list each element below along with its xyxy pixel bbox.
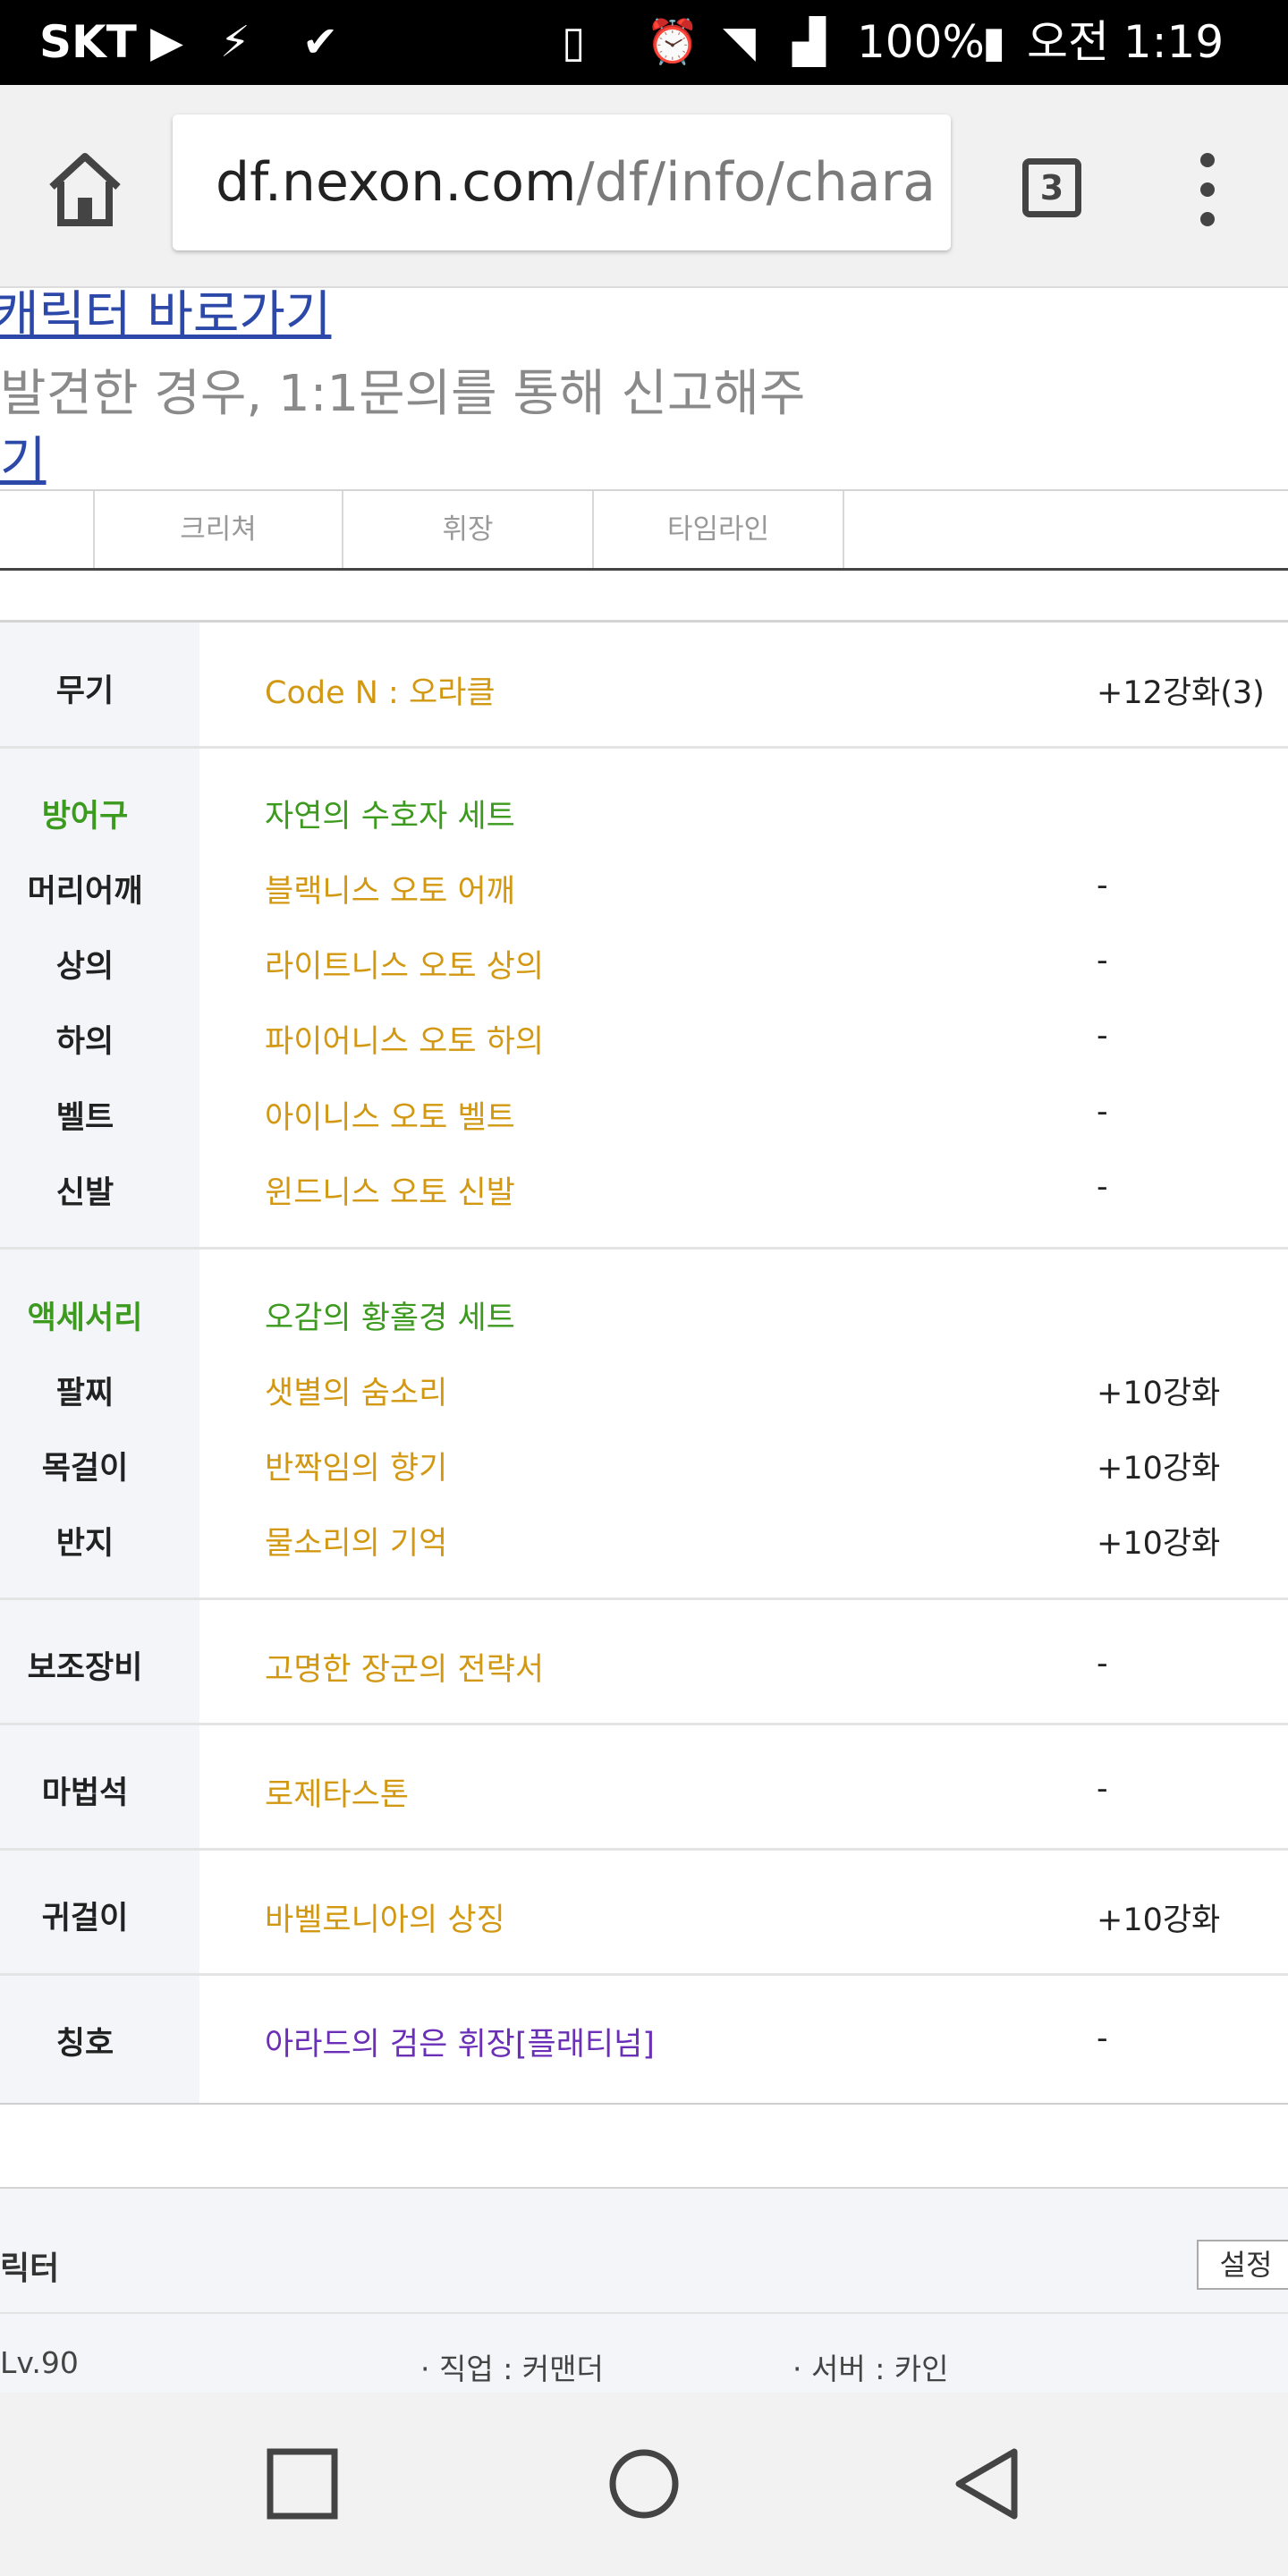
armor-set-label: 방어구 — [41, 799, 129, 835]
tab-timeline[interactable]: 타임라인 — [594, 491, 844, 568]
weapon-label: 무기 — [55, 674, 114, 709]
armor-name[interactable]: 아이니스 오토 벨트 — [265, 1092, 515, 1138]
armor-value: - — [1097, 943, 1108, 979]
armor-name[interactable]: 윈드니스 오토 신발 — [265, 1167, 515, 1213]
overflow-menu-button[interactable] — [1190, 149, 1225, 230]
earring-label: 귀걸이 — [41, 1901, 129, 1936]
url-text: df.nexon.com/df/info/chara — [216, 114, 936, 250]
weapon-value: +12강화(3) — [1097, 675, 1265, 711]
row-divider — [0, 1848, 1288, 1851]
row-divider — [0, 1597, 1288, 1600]
report-notice: 발견한 경우, 1:1문의를 통해 신고해주 — [0, 365, 806, 423]
equipment-table: 무기 Code N : 오라클 +12강화(3) 방어구 자연의 수호자 세트 … — [0, 620, 1288, 2105]
clock: 오전 1:19 — [1027, 16, 1224, 68]
system-nav-bar — [0, 2393, 1288, 2576]
accessory-label: 팔찌 — [55, 1376, 114, 1411]
accessory-set-label: 액세서리 — [27, 1301, 143, 1336]
row-divider — [0, 1247, 1288, 1250]
tab-creature[interactable]: 크리쳐 — [95, 491, 343, 568]
accessory-label: 목걸이 — [41, 1451, 129, 1487]
menu-dot-icon — [1200, 153, 1215, 167]
armor-set-name[interactable]: 자연의 수호자 세트 — [265, 791, 515, 836]
character-level: Lv.90 — [0, 2345, 79, 2380]
armor-label: 벨트 — [55, 1100, 114, 1136]
accessory-label: 반지 — [55, 1526, 114, 1562]
status-bar: SKT ▶ ⚡ ✔ ▯ ⏰ ◥ ▟ 100% ▮ 오전 1:19 — [0, 0, 1288, 85]
title-name[interactable]: 아라드의 검은 휘장[플래티넘] — [265, 2019, 655, 2064]
carrier-label: SKT — [39, 16, 137, 68]
accessory-name[interactable]: 샛별의 숨소리 — [265, 1368, 447, 1413]
browser-toolbar: df.nexon.com/df/info/chara 3 — [0, 85, 1288, 288]
character-server: · 서버 : 카인 — [792, 2351, 949, 2386]
accessory-set-name[interactable]: 오감의 황홀경 세트 — [265, 1292, 515, 1338]
earring-name[interactable]: 바벨로니아의 상징 — [265, 1894, 505, 1940]
tab-switcher-button[interactable]: 3 — [1022, 158, 1081, 217]
play-icon: ▶ — [150, 17, 183, 67]
app-check-icon: ✔ — [302, 17, 339, 67]
notice-link[interactable]: 기 — [0, 420, 47, 493]
settings-button[interactable]: 설정 — [1197, 2240, 1288, 2290]
accessory-name[interactable]: 물소리의 기억 — [265, 1518, 447, 1563]
home-icon — [49, 153, 121, 226]
signal-icon: ▟ — [792, 17, 826, 67]
armor-label: 상의 — [55, 949, 114, 985]
alarm-icon: ⏰ — [646, 17, 699, 67]
tab-emblem[interactable]: 휘장 — [343, 491, 594, 568]
magic-stone-name[interactable]: 로제타스톤 — [265, 1769, 409, 1815]
accessory-value: +10강화 — [1097, 1451, 1221, 1487]
sub-equipment-value: - — [1097, 1646, 1108, 1682]
armor-name[interactable]: 블랙니스 오토 어깨 — [265, 866, 515, 911]
recents-icon[interactable] — [267, 2448, 338, 2520]
section-divider — [0, 2312, 1288, 2314]
armor-name[interactable]: 라이트니스 오토 상의 — [265, 941, 544, 987]
battery-charging-icon: ▮ — [982, 17, 1006, 67]
accessory-value: +10강화 — [1097, 1526, 1221, 1562]
armor-value: - — [1097, 1018, 1108, 1054]
url-host: df.nexon.com — [216, 151, 577, 214]
menu-dot-icon — [1200, 212, 1215, 226]
home-button[interactable] — [43, 148, 127, 232]
battery-percent: 100% — [857, 16, 985, 68]
back-icon[interactable] — [950, 2446, 1025, 2521]
accessory-name[interactable]: 반짝임의 향기 — [265, 1443, 447, 1488]
wifi-icon: ◥ — [723, 17, 756, 67]
title-value: - — [1097, 2021, 1108, 2056]
url-path: /df/info/chara — [576, 151, 936, 214]
armor-value: - — [1097, 1094, 1108, 1130]
earring-value: +10강화 — [1097, 1902, 1221, 1938]
magic-stone-value: - — [1097, 1771, 1108, 1807]
label-column — [0, 623, 199, 2103]
url-bar[interactable]: df.nexon.com/df/info/chara — [173, 114, 951, 250]
home-circle-icon[interactable] — [608, 2448, 680, 2520]
info-tab-bar: 크리쳐 휘장 타임라인 — [0, 489, 1288, 571]
section-title: 릭터 — [0, 2250, 60, 2287]
character-shortcut-link[interactable]: 캐릭터 바로가기 — [0, 275, 331, 347]
magic-stone-label: 마법석 — [41, 1775, 129, 1811]
armor-value: - — [1097, 868, 1108, 903]
row-divider — [0, 746, 1288, 749]
weapon-name[interactable]: Code N : 오라클 — [265, 667, 496, 713]
character-section: 릭터 설정 Lv.90 · 직업 : 커맨더 · 서버 : 카인 — [0, 2187, 1288, 2394]
tab-partial[interactable] — [0, 491, 95, 568]
character-job: · 직업 : 커맨더 — [420, 2351, 604, 2386]
title-label: 칭호 — [55, 2026, 114, 2062]
row-divider — [0, 1723, 1288, 1725]
armor-value: - — [1097, 1169, 1108, 1205]
armor-label: 신발 — [55, 1175, 114, 1211]
row-divider — [0, 1973, 1288, 1976]
armor-label: 하의 — [55, 1024, 114, 1060]
sub-equipment-label: 보조장비 — [27, 1650, 143, 1686]
app-icon: ⚡ — [220, 17, 250, 67]
sub-equipment-name[interactable]: 고명한 장군의 전략서 — [265, 1644, 544, 1690]
armor-name[interactable]: 파이어니스 오토 하의 — [265, 1016, 544, 1062]
armor-label: 머리어깨 — [27, 874, 143, 910]
accessory-value: +10강화 — [1097, 1376, 1221, 1411]
menu-dot-icon — [1200, 182, 1215, 197]
vibrate-icon: ▯ — [562, 17, 586, 67]
